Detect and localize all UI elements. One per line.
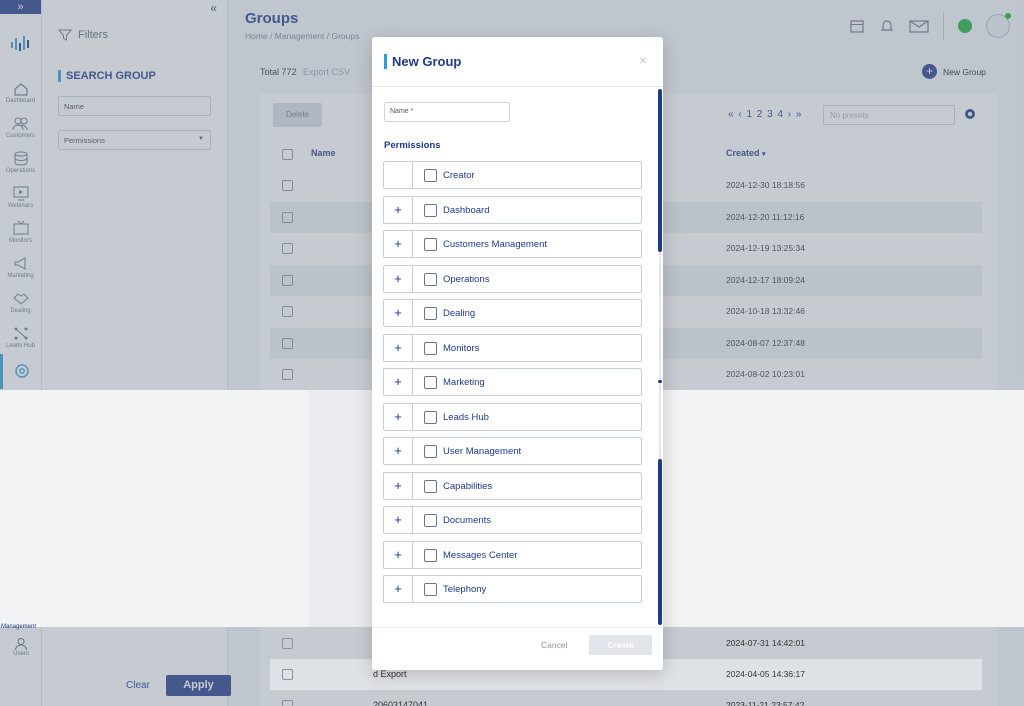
permission-row-customers-management: + Customers Management [383, 230, 642, 258]
scrollbar-marker [658, 380, 662, 383]
expand-plus-icon[interactable]: + [384, 300, 413, 326]
permission-row-documents: + Documents [383, 506, 642, 534]
permission-checkbox-telephony[interactable] [424, 583, 437, 596]
permission-row-dashboard: + Dashboard [383, 195, 642, 224]
permission-label: Operations [443, 273, 490, 285]
permission-label: Capabilities [443, 480, 493, 492]
permission-label: Marketing [443, 377, 485, 388]
row-created: 2023-11-21 23:57:42 [726, 700, 805, 706]
row-checkbox[interactable] [282, 700, 293, 706]
permission-checkbox-marketing[interactable] [424, 376, 437, 389]
expand-plus-icon[interactable]: + [384, 231, 413, 257]
create-button[interactable]: Create [589, 635, 652, 655]
permission-label: Leads Hub [443, 411, 489, 423]
expand-plus-icon[interactable]: + [384, 507, 413, 533]
permission-checkbox-messages-center[interactable] [424, 548, 437, 562]
permission-label: Monitors [443, 342, 480, 354]
permission-label: Customers Management [443, 239, 548, 250]
permission-checkbox-user-management[interactable] [424, 445, 437, 458]
group-name-input[interactable]: Name * [384, 102, 510, 122]
modal-title: New Group [384, 54, 461, 69]
divider [372, 627, 663, 628]
permission-checkbox-monitors[interactable] [424, 341, 437, 355]
expand-plus-icon[interactable]: + [384, 334, 413, 361]
permission-checkbox-capabilities[interactable] [424, 479, 437, 493]
row-checkbox[interactable] [282, 638, 293, 649]
expand-plus-icon[interactable]: + [384, 265, 413, 292]
nav-item-label: Users [13, 651, 29, 657]
permission-row-messages-center: + Messages Center [383, 540, 642, 569]
expand-plus-icon[interactable]: + [384, 541, 413, 568]
permission-row-telephony: + Telephony [383, 575, 642, 603]
expand-plus-icon[interactable]: + [384, 438, 413, 464]
permission-row-capabilities: + Capabilities [383, 471, 642, 500]
expand-plus-icon[interactable]: + [384, 576, 413, 602]
user-icon [15, 638, 27, 651]
expand-plus-icon[interactable]: + [384, 403, 413, 430]
row-checkbox[interactable] [282, 669, 293, 680]
scrollbar-thumb-lower[interactable] [658, 459, 662, 625]
divider [372, 86, 663, 87]
permission-label: Messages Center [443, 549, 518, 561]
permission-checkbox-creator[interactable] [424, 169, 437, 182]
permission-row-monitors: + Monitors [383, 333, 642, 362]
permission-label: Creator [443, 170, 475, 181]
permission-checkbox-leads-hub[interactable] [424, 410, 437, 424]
expand-placeholder [384, 162, 413, 188]
permissions-title: Permissions [384, 140, 441, 151]
permission-label: Dashboard [443, 204, 490, 216]
backdrop-band-column [309, 390, 372, 627]
permission-row-operations: + Operations [383, 264, 642, 293]
permission-checkbox-dashboard[interactable] [424, 203, 437, 217]
permission-row-creator: Creator [383, 161, 642, 189]
permission-label: Documents [443, 515, 492, 526]
row-name: 20603147041 [373, 700, 429, 706]
scrollbar-thumb[interactable] [658, 89, 662, 252]
row-created: 2024-07-31 14:42:01 [726, 638, 805, 648]
permission-label: Telephony [443, 584, 487, 595]
row-created: 2024-04-05 14:36:17 [726, 669, 805, 679]
permission-label: Dealing [443, 308, 476, 319]
close-icon[interactable]: × [639, 52, 647, 68]
row-name: d Export [373, 669, 407, 679]
new-group-modal: New Group × Name * Permissions Creator + D… [372, 37, 663, 670]
nav-item-users[interactable]: Users [0, 637, 42, 667]
table-row[interactable]: 20603147041 2023-11-21 23:57:42 [270, 690, 982, 706]
permission-label: User Management [443, 446, 522, 457]
expand-plus-icon[interactable]: + [384, 472, 413, 499]
cancel-button[interactable]: Cancel [541, 640, 567, 650]
permission-checkbox-documents[interactable] [424, 514, 437, 527]
permission-checkbox-customers-management[interactable] [424, 238, 437, 251]
permission-checkbox-operations[interactable] [424, 272, 437, 286]
permission-row-marketing: + Marketing [383, 368, 642, 396]
permission-row-user-management: + User Management [383, 437, 642, 465]
expand-plus-icon[interactable]: + [384, 196, 413, 223]
permission-row-dealing: + Dealing [383, 299, 642, 327]
expand-plus-icon[interactable]: + [384, 369, 413, 395]
permission-row-leads-hub: + Leads Hub [383, 402, 642, 431]
permission-checkbox-dealing[interactable] [424, 307, 437, 320]
nav-partial-label: Management [1, 624, 37, 630]
